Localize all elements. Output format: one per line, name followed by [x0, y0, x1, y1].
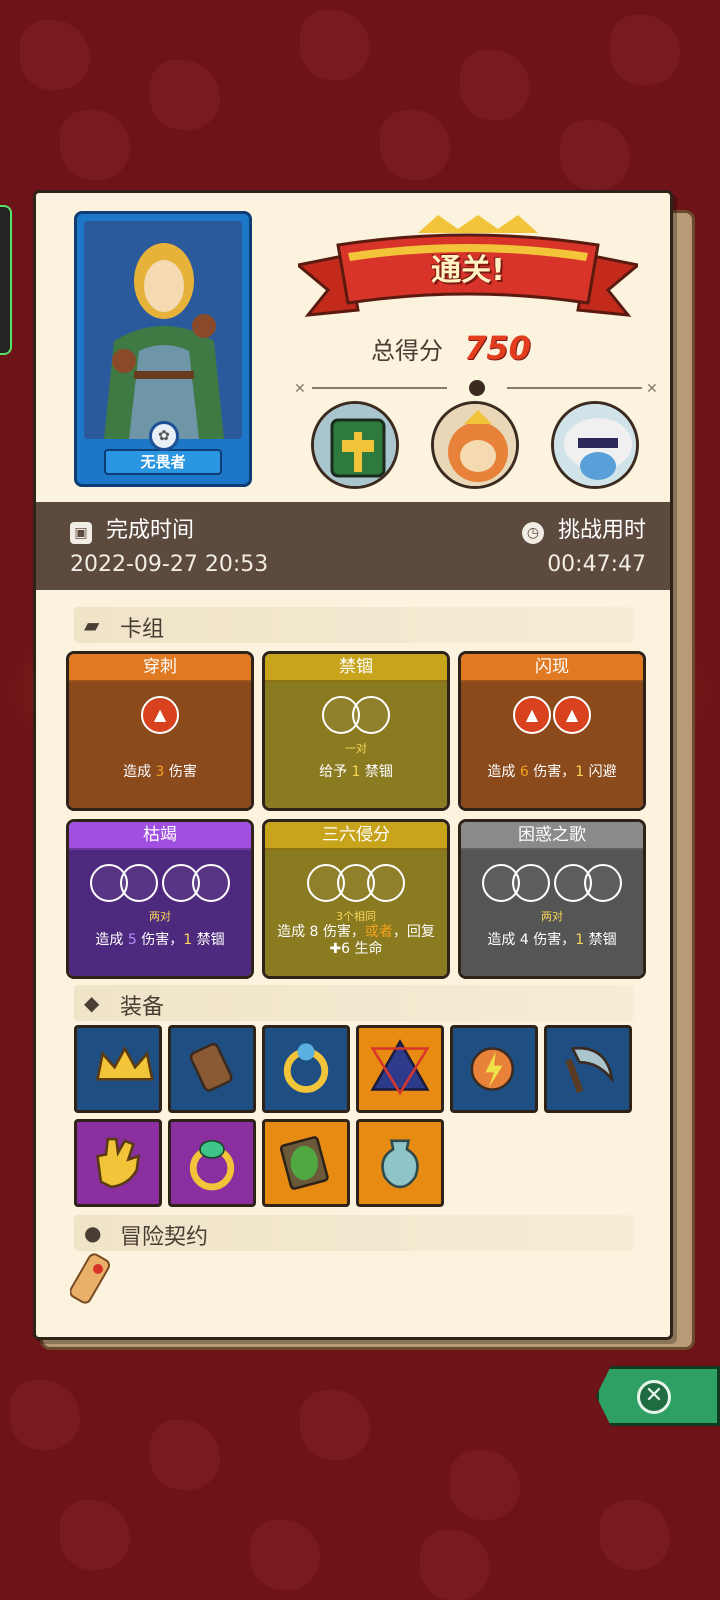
victory-banner: 通关!	[294, 215, 642, 325]
score-row: 总得分 750	[371, 329, 531, 369]
card-title: 枯竭	[69, 822, 251, 850]
card-title: 穿刺	[69, 654, 251, 682]
card-title: 闪现	[461, 654, 643, 682]
bracer-icon	[189, 1042, 233, 1092]
ring-icon	[283, 1043, 329, 1093]
card-requirement: 一对	[345, 742, 367, 755]
close-icon: ✕	[637, 1380, 671, 1414]
card-imprison[interactable]: 禁锢 一对 给予 1 禁锢	[262, 651, 450, 811]
calendar-icon: ▣	[70, 521, 92, 544]
crown-equipment[interactable]	[74, 1025, 162, 1113]
victory-text: 通关!	[431, 253, 505, 288]
equipment-section-header: ◆ 装备	[74, 985, 634, 1021]
dice-slot-icon	[367, 864, 405, 902]
card-description: 造成 3 伤害	[123, 764, 197, 780]
dice-slot-icon	[553, 696, 591, 734]
dice-slot-icon	[512, 864, 550, 902]
card-title: 三六侵分	[265, 822, 447, 850]
card-flash[interactable]: 闪现 造成 6 伤害，1 闪避	[458, 651, 646, 811]
finish-time-value: 2022-09-27 20:53	[70, 552, 268, 577]
boss-green-helmet-icon[interactable]	[311, 401, 399, 489]
finish-time-label: 完成时间	[106, 518, 195, 543]
card-exhaust[interactable]: 枯竭 两对 造成 5 伤害，1 禁锢	[66, 819, 254, 979]
boss-list	[311, 401, 641, 491]
duration-text: 00:47:47	[547, 552, 646, 577]
card-requirement: 两对	[541, 910, 563, 923]
moss-tablet-equipment[interactable]	[262, 1119, 350, 1207]
ring-equipment[interactable]	[262, 1025, 350, 1113]
svg-text:✕: ✕	[646, 381, 658, 397]
duration-value: 00:47:47	[547, 552, 646, 577]
finish-time-header: ▣ 完成时间	[70, 512, 194, 544]
deck-section-header: ▰ 卡组	[74, 607, 634, 643]
equipment-section-title: 装备	[120, 995, 165, 1020]
card-title: 困惑之歌	[461, 822, 643, 850]
triangle-amulet-equipment[interactable]	[356, 1025, 444, 1113]
stopwatch-icon: ◷	[521, 521, 544, 544]
boss-divider: ✕ ✕	[292, 377, 662, 399]
contract-section-header: ● 冒险契约	[74, 1215, 634, 1251]
finish-time-text: 2022-09-27 20:53	[70, 552, 269, 577]
gem-ring-icon	[189, 1139, 235, 1191]
bracer-equipment[interactable]	[168, 1025, 256, 1113]
card-three-six[interactable]: 三六侵分 3个相同 造成 8 伤害，或者，回复 ✚6 生命	[262, 819, 450, 979]
scythe-equipment[interactable]	[544, 1025, 632, 1113]
dice-slot-icon	[584, 864, 622, 902]
dice-slot-icon	[513, 696, 551, 734]
card-confusion-song[interactable]: 困惑之歌 两对 造成 4 伤害，1 禁锢	[458, 819, 646, 979]
score-value: 750	[464, 329, 531, 367]
close-button[interactable]: ✕	[596, 1366, 720, 1426]
boss-furry-mage-icon[interactable]	[551, 401, 639, 489]
contract-section-title: 冒险契约	[120, 1225, 209, 1250]
svg-text:✕: ✕	[294, 381, 306, 397]
card-description: 造成 8 伤害，或者，回复 ✚6 生命	[277, 924, 435, 957]
cards-icon: ▰	[84, 613, 100, 637]
result-panel: ✿ 无畏者 通关! 总得分 750 ✕ ✕ ▣ 完成时间 2022-09-27 …	[33, 190, 673, 1340]
lightning-orb-icon	[470, 1047, 515, 1091]
scythe-icon	[565, 1046, 614, 1094]
dice-slot-icon	[352, 696, 390, 734]
person-icon: ●	[84, 1221, 102, 1245]
card-requirement: 3个相同	[336, 910, 376, 923]
boss-golden-beast-icon[interactable]	[431, 401, 519, 489]
card-description: 给予 1 禁锢	[319, 764, 393, 780]
triangle-amulet-icon	[370, 1039, 430, 1096]
duration-label: 挑战用时	[557, 518, 646, 543]
glove-equipment[interactable]	[74, 1119, 162, 1207]
crown-icon	[95, 1045, 154, 1081]
vase-icon	[381, 1139, 419, 1189]
hero-card[interactable]: ✿ 无畏者	[74, 211, 252, 487]
contract-scroll-icon[interactable]	[69, 1251, 118, 1311]
dice-slot-icon	[192, 864, 230, 902]
duration-header: ◷ 挑战用时	[521, 512, 646, 544]
hero-emblem-icon: ✿	[149, 421, 179, 451]
gem-ring-equipment[interactable]	[168, 1119, 256, 1207]
hero-portrait	[84, 221, 242, 439]
card-description: 造成 5 伤害，1 禁锢	[95, 932, 225, 948]
dice-slot-icon	[141, 696, 179, 734]
card-description: 造成 6 伤害，1 闪避	[487, 764, 617, 780]
score-label: 总得分	[371, 336, 443, 365]
time-bar: ▣ 完成时间 2022-09-27 20:53 ◷ 挑战用时 00:47:47	[36, 502, 670, 590]
vase-equipment[interactable]	[356, 1119, 444, 1207]
card-title: 禁锢	[265, 654, 447, 682]
moss-tablet-icon	[279, 1136, 329, 1190]
deck-section-title: 卡组	[120, 617, 165, 642]
dice-slot-icon	[120, 864, 158, 902]
side-tab[interactable]	[0, 205, 12, 355]
cube-icon: ◆	[84, 991, 100, 1015]
card-requirement: 两对	[149, 910, 171, 923]
card-description: 造成 4 伤害，1 禁锢	[487, 932, 617, 948]
lightning-orb-equipment[interactable]	[450, 1025, 538, 1113]
glove-icon	[96, 1137, 141, 1189]
hero-name: 无畏者	[104, 449, 222, 475]
card-piercing[interactable]: 穿刺 造成 3 伤害	[66, 651, 254, 811]
